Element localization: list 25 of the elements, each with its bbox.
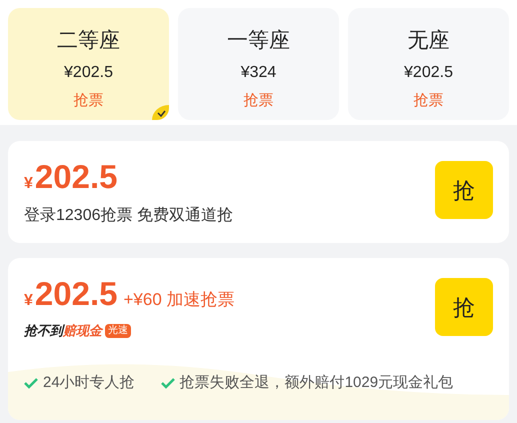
offer-description: 登录12306抢票 免费双通道抢 <box>23 206 234 226</box>
seat-name: 一等座 <box>227 28 290 54</box>
feature-text: 24小时专人抢 <box>43 372 135 392</box>
seat-price: ¥202.5 <box>404 63 453 83</box>
price: ¥202.5 <box>24 159 118 196</box>
guarantee-slogan: 抢不到赔现金 <box>24 322 102 340</box>
price: ¥202.5 <box>24 276 118 313</box>
grab-label: 抢票 <box>414 91 444 111</box>
check-icon <box>152 105 169 120</box>
seat-option[interactable]: 一等座 ¥324 抢票 <box>178 8 339 120</box>
seat-option[interactable]: 二等座 ¥202.5 抢票 <box>8 8 169 120</box>
check-icon <box>160 376 175 389</box>
grab-button[interactable]: 抢 <box>435 161 493 219</box>
seat-name: 二等座 <box>57 28 120 54</box>
grab-button[interactable]: 抢 <box>435 278 493 336</box>
grab-label: 抢票 <box>244 91 274 111</box>
speedup-addon: +¥60 加速抢票 <box>124 289 235 311</box>
grab-label: 抢票 <box>74 91 104 111</box>
seat-name: 无座 <box>408 28 450 54</box>
feature-text: 抢票失败全退，额外赔付1029元现金礼包 <box>180 372 454 392</box>
seat-option[interactable]: 无座 ¥202.5 抢票 <box>348 8 509 120</box>
check-icon <box>24 376 38 389</box>
seat-price: ¥324 <box>240 63 276 83</box>
speed-badge: 光速 <box>105 324 131 338</box>
seat-price: ¥202.5 <box>64 63 113 83</box>
